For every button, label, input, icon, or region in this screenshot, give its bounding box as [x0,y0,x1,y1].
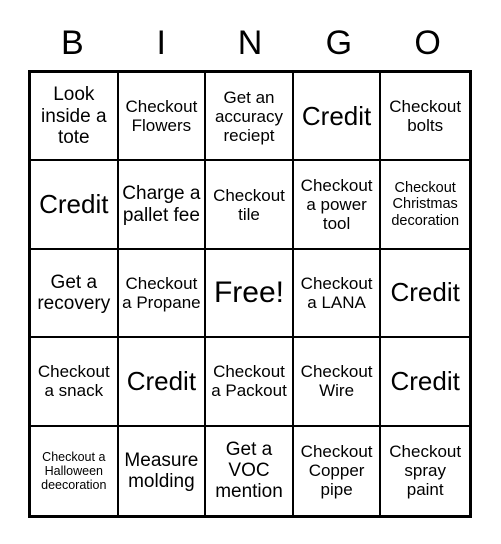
bingo-cell[interactable]: Checkout spray paint [381,426,469,515]
bingo-cell[interactable]: Credit [381,338,469,427]
bingo-cell-label: Credit [390,365,460,396]
header-letter-o: O [414,24,441,62]
bingo-cell-label: Credit [390,277,460,308]
bingo-cell-label: Checkout Copper pipe [300,442,373,500]
bingo-cell[interactable]: Checkout Flowers [118,73,207,162]
bingo-cell-label: Get an accuracy reciept [214,87,283,145]
bingo-cell[interactable]: Get a VOC mention [206,426,294,515]
bingo-cell[interactable]: Checkout Copper pipe [293,426,382,515]
header-letter-i: I [156,24,166,62]
bingo-cell[interactable]: Get an accuracy reciept [206,73,294,162]
bingo-cell-label: Checkout a snack [37,362,110,401]
bingo-cell-label: Checkout Flowers [125,97,198,136]
bingo-cell[interactable]: Credit [31,161,119,250]
bingo-card: B I N G O Look inside a tote Checkout Fl… [0,0,501,544]
bingo-cell-label: Checkout Christmas decoration [391,180,460,229]
bingo-cell-label: Measure molding [124,449,199,492]
bingo-cell-label: Checkout a Packout [211,362,287,401]
bingo-cell[interactable]: Checkout a snack [31,338,119,427]
bingo-cell[interactable]: Credit [381,249,469,339]
bingo-cell-label: Checkout bolts [389,97,462,136]
bingo-cell-label: Charge a pallet fee [122,183,201,226]
bingo-cell[interactable]: Credit [118,338,207,427]
bingo-cell-label: Credit [301,100,372,131]
bingo-cell[interactable]: Charge a pallet fee [118,161,207,250]
header-letter-b: B [61,24,84,62]
bingo-cell-label: Checkout a Propane [122,273,201,312]
bingo-cell[interactable]: Get a recovery [31,249,119,339]
bingo-cell[interactable]: Checkout a LANA [293,249,382,339]
header-letter-g: G [325,24,353,62]
bingo-cell[interactable]: Checkout Christmas decoration [381,161,469,250]
bingo-cell-label: Checkout a LANA [300,273,373,312]
bingo-cell[interactable]: Look inside a tote [31,73,119,162]
bingo-cell[interactable]: Checkout a Packout [206,338,294,427]
bingo-cell[interactable]: Checkout a Halloween deecoration [31,426,119,515]
bingo-cell[interactable]: Checkout bolts [381,73,469,162]
bingo-cell-label: Get a VOC mention [215,438,283,503]
bingo-cell[interactable]: Measure molding [118,426,207,515]
bingo-cell[interactable]: Checkout a power tool [293,161,382,250]
bingo-cell[interactable]: Checkout Wire [293,338,382,427]
bingo-cell[interactable]: Credit [293,73,382,162]
bingo-cell[interactable]: Checkout a Propane [118,249,207,339]
bingo-cell-free[interactable]: Free! [206,249,294,339]
bingo-cell-label: Free! [213,276,284,310]
bingo-cell-label: Credit [126,365,197,396]
bingo-cell-label: Checkout a Halloween deecoration [41,449,107,492]
bingo-cell-label: Checkout a power tool [300,176,373,234]
bingo-cell-label: Checkout tile [213,185,285,224]
bingo-cell-label: Look inside a tote [41,84,107,148]
bingo-cell-label: Checkout spray paint [389,442,462,500]
bingo-cell-label: Credit [39,188,109,219]
bingo-cell[interactable]: Checkout tile [206,161,294,250]
bingo-cell-label: Get a recovery [37,271,111,314]
header-letter-n: N [237,24,263,62]
bingo-grid: Look inside a tote Checkout Flowers Get … [28,70,472,518]
bingo-header-row: B I N G O [28,18,472,68]
bingo-cell-label: Checkout Wire [300,362,373,401]
